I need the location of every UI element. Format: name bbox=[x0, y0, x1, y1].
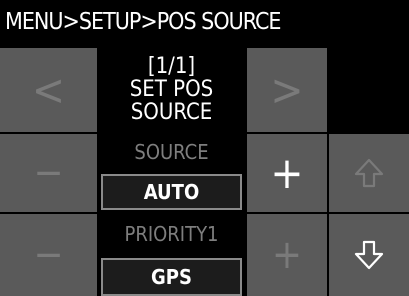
minus-icon: − bbox=[33, 150, 64, 196]
page-title-line2: SOURCE bbox=[130, 99, 213, 125]
scroll-down-button[interactable] bbox=[329, 214, 409, 296]
breadcrumb: MENU>SETUP>POS SOURCE bbox=[5, 9, 282, 35]
up-arrow-outline-icon bbox=[354, 158, 384, 188]
scroll-up-button[interactable] bbox=[329, 134, 409, 212]
source-decrement-button[interactable]: − bbox=[0, 134, 97, 212]
minus-icon: − bbox=[33, 232, 64, 278]
priority-label: PRIORITY1 bbox=[124, 222, 219, 246]
down-arrow-outline-icon bbox=[354, 240, 384, 270]
plus-icon: + bbox=[270, 147, 304, 199]
next-page-label: > bbox=[270, 64, 304, 116]
next-page-button[interactable]: > bbox=[247, 48, 327, 132]
priority-value-field[interactable]: GPS bbox=[101, 258, 242, 296]
source-label: SOURCE bbox=[134, 140, 209, 164]
page-number: [1/1] bbox=[147, 53, 196, 79]
plus-icon: + bbox=[271, 232, 303, 278]
source-value-field[interactable]: AUTO bbox=[101, 174, 242, 210]
page-indicator: [1/1] SET POS SOURCE bbox=[98, 44, 245, 134]
priority-increment-button[interactable]: + bbox=[247, 214, 327, 296]
priority-decrement-button[interactable]: − bbox=[0, 214, 97, 296]
prev-page-button[interactable]: < bbox=[0, 48, 97, 132]
page-title-line1: SET POS bbox=[129, 76, 214, 102]
prev-page-label: < bbox=[31, 64, 66, 116]
source-increment-button[interactable]: + bbox=[247, 134, 327, 212]
